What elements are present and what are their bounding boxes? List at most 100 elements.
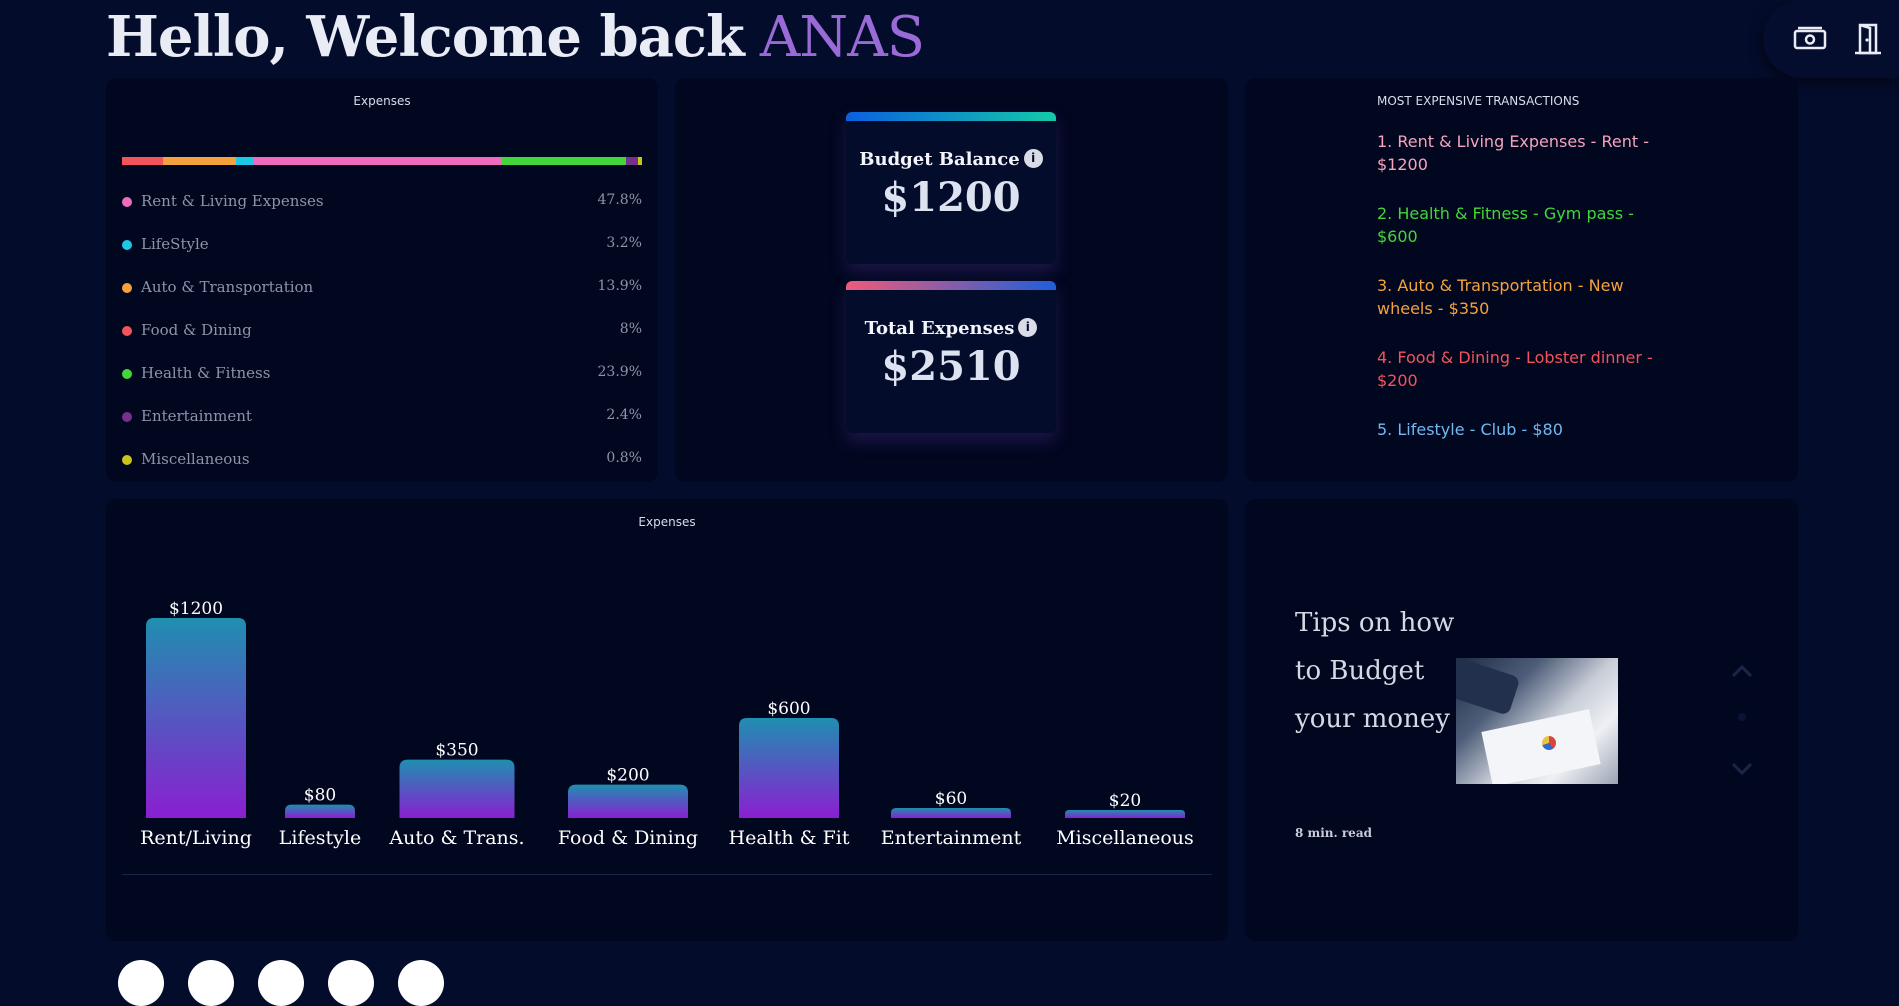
- bar-category-label: Entertainment: [881, 827, 1022, 849]
- legend-percent: 13.9%: [597, 278, 642, 294]
- chart-bar[interactable]: [739, 718, 839, 818]
- stack-segment-auto: [163, 157, 237, 165]
- legend-dot: [122, 197, 132, 207]
- legend-percent: 23.9%: [597, 364, 642, 380]
- legend-percent: 3.2%: [606, 235, 642, 251]
- expenses-breakdown-card: Expenses Rent & Living Expenses 47.8% Lif…: [106, 78, 658, 482]
- legend-item: LifeStyle 3.2%: [122, 235, 642, 278]
- info-icon[interactable]: i: [1023, 149, 1043, 168]
- bar-category-label: Auto & Trans.: [388, 827, 524, 849]
- nav-dot[interactable]: [398, 960, 444, 1006]
- transactions-list: 1. Rent & Living Expenses - Rent - $1200…: [1377, 130, 1677, 467]
- bar-category-label: Lifestyle: [279, 827, 361, 849]
- budget-balance-tile: Budget Balance i $1200: [846, 112, 1056, 264]
- transaction-item: 5. Lifestyle - Club - $80: [1377, 420, 1563, 439]
- transaction-item: 4. Food & Dining - Lobster dinner - $200: [1377, 348, 1653, 390]
- chart-baseline: [122, 874, 1212, 875]
- expenses-accent-bar: [846, 281, 1056, 290]
- legend-dot: [122, 455, 132, 465]
- nav-dot[interactable]: [328, 960, 374, 1006]
- bar-category-label: Miscellaneous: [1056, 827, 1194, 849]
- legend-label: Entertainment: [141, 407, 252, 425]
- stack-segment-misc: [637, 157, 642, 165]
- chart-bar[interactable]: [568, 784, 688, 818]
- image-pie-detail: [1542, 736, 1556, 750]
- read-time: 8 min. read: [1295, 826, 1372, 840]
- legend-item: Entertainment 2.4%: [122, 407, 642, 450]
- info-icon[interactable]: i: [1018, 318, 1038, 337]
- budget-balance-value: $1200: [881, 174, 1021, 221]
- legend-percent: 8%: [619, 321, 642, 337]
- bar-value-label: $80: [304, 786, 336, 806]
- legend-label: Rent & Living Expenses: [141, 192, 324, 210]
- total-expenses-tile: Total Expenses i $2510: [846, 281, 1056, 433]
- stack-segment-entertainment: [626, 157, 638, 165]
- expenses-legend-list: Rent & Living Expenses 47.8% LifeStyle 3.2…: [122, 192, 642, 493]
- nav-dot[interactable]: [188, 960, 234, 1006]
- balance-card: Budget Balance i $1200 Total Expenses i $2…: [675, 78, 1228, 482]
- transaction-item: 1. Rent & Living Expenses - Rent - $1200: [1377, 132, 1650, 174]
- total-expenses-label-row: Total Expenses i: [846, 318, 1056, 339]
- expenses-stacked-bar: [122, 157, 642, 165]
- door-exit-icon[interactable]: [1851, 22, 1885, 56]
- chart-bar[interactable]: [285, 804, 355, 818]
- legend-dot: [122, 412, 132, 422]
- legend-label: LifeStyle: [141, 235, 209, 253]
- total-expenses-label: Total Expenses: [864, 318, 1015, 339]
- nav-dot[interactable]: [258, 960, 304, 1006]
- carousel-indicator[interactable]: [1738, 713, 1746, 721]
- tips-card[interactable]: Tips on how to Budget your money 8 min. …: [1245, 499, 1798, 941]
- legend-item: Health & Fitness 23.9%: [122, 364, 642, 407]
- chart-bar[interactable]: [1065, 810, 1185, 818]
- bar-value-label: $1200: [169, 599, 223, 619]
- bar-value-label: $60: [935, 789, 967, 809]
- expenses-bar-chart-card: Expenses $1200 Rent/Living $80 Lifestyle $35…: [106, 499, 1228, 941]
- welcome-heading: Hello, Welcome back ANAS: [106, 4, 925, 71]
- tips-heading[interactable]: Tips on how to Budget your money: [1295, 599, 1455, 743]
- bar-value-label: $200: [606, 766, 649, 786]
- legend-item: Food & Dining 8%: [122, 321, 642, 364]
- image-paper-detail: [1481, 709, 1601, 784]
- image-arm-detail: [1456, 658, 1521, 716]
- stack-segment-health: [501, 157, 627, 165]
- budget-accent-bar: [846, 112, 1056, 121]
- legend-item: Auto & Transportation 13.9%: [122, 278, 642, 321]
- stack-segment-food: [122, 157, 164, 165]
- greeting-text: Hello, Welcome back: [106, 4, 745, 70]
- bar-category-label: Health & Fit: [729, 827, 850, 849]
- chevron-up-icon[interactable]: [1729, 659, 1755, 685]
- bar-value-label: $600: [767, 699, 810, 719]
- top-actions: [1763, 0, 1899, 78]
- legend-percent: 2.4%: [606, 407, 642, 423]
- nav-dot[interactable]: [118, 960, 164, 1006]
- username: ANAS: [759, 5, 925, 70]
- transaction-item: 3. Auto & Transportation - New wheels - …: [1377, 276, 1624, 318]
- legend-item: Rent & Living Expenses 47.8%: [122, 192, 642, 235]
- chart-bar[interactable]: [891, 808, 1011, 818]
- legend-label: Auto & Transportation: [141, 278, 314, 296]
- transactions-card: MOST EXPENSIVE TRANSACTIONS 1. Rent & Li…: [1245, 78, 1798, 482]
- budget-balance-label: Budget Balance: [859, 149, 1020, 170]
- legend-dot: [122, 369, 132, 379]
- expenses-breakdown-title: Expenses: [353, 94, 411, 108]
- bar-value-label: $20: [1109, 791, 1141, 811]
- legend-dot: [122, 240, 132, 250]
- legend-percent: 0.8%: [606, 450, 642, 466]
- stack-segment-rent: [252, 157, 502, 165]
- tips-image[interactable]: [1456, 658, 1618, 784]
- legend-dot: [122, 283, 132, 293]
- legend-label: Miscellaneous: [141, 450, 250, 468]
- legend-dot: [122, 326, 132, 336]
- total-expenses-value: $2510: [881, 343, 1021, 390]
- money-icon[interactable]: [1793, 22, 1827, 56]
- bar-category-label: Food & Dining: [558, 827, 698, 849]
- bar-value-label: $350: [435, 741, 478, 761]
- bar-category-label: Rent/Living: [140, 827, 252, 849]
- stack-segment-lifestyle: [236, 157, 253, 165]
- chart-bar[interactable]: [146, 618, 246, 818]
- budget-balance-label-row: Budget Balance i: [846, 149, 1056, 170]
- legend-label: Health & Fitness: [141, 364, 271, 382]
- chevron-down-icon[interactable]: [1729, 755, 1755, 781]
- chart-bar[interactable]: [399, 759, 515, 818]
- transaction-item: 2. Health & Fitness - Gym pass - $600: [1377, 204, 1634, 246]
